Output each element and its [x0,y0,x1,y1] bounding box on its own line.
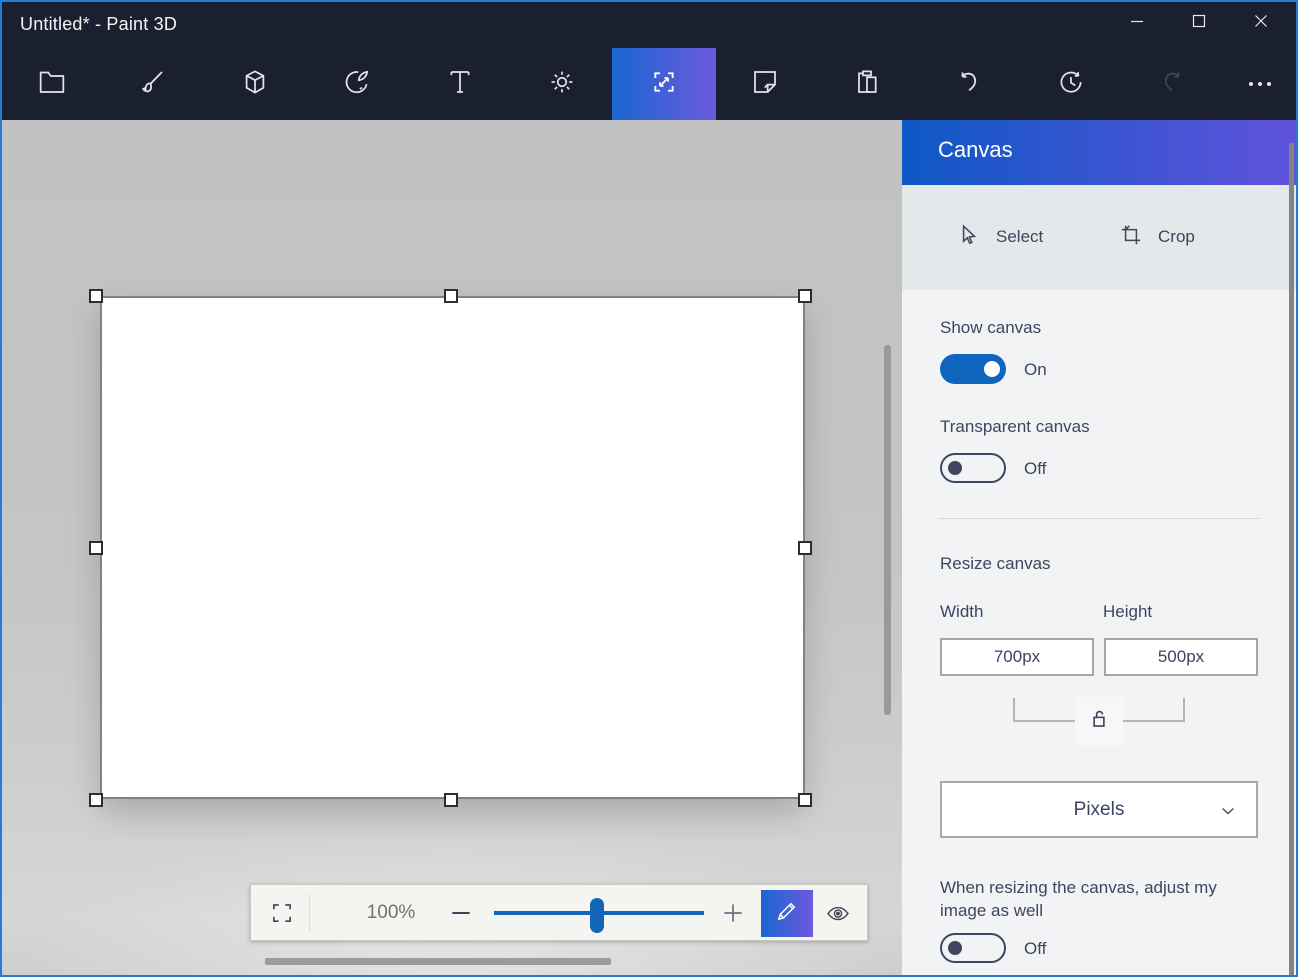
resize-canvas-heading: Resize canvas [940,554,1051,573]
canvas-button[interactable] [612,48,716,120]
units-dropdown[interactable]: Pixels [940,781,1258,838]
transparent-canvas-label: Transparent canvas [940,417,1090,436]
redo-icon [1157,66,1189,103]
adjust-image-state: Off [1024,939,1047,958]
units-value: Pixels [1073,798,1125,820]
resize-handle-middle-right[interactable] [798,541,812,555]
chevron-down-icon [1218,801,1238,827]
resize-handle-bottom-left[interactable] [89,793,103,807]
clipboard-icon [851,66,883,103]
menu-folder-icon [36,66,68,103]
brush-icon [136,66,168,103]
show-canvas-toggle[interactable] [940,354,1006,384]
2d-shapes-button[interactable] [305,48,409,120]
workspace-horizontal-scrollbar[interactable] [265,958,611,965]
width-label: Width [940,602,984,621]
select-button[interactable]: Select [956,215,1043,259]
circle-pencil-icon [341,66,373,103]
pencil-icon [774,898,800,929]
window-title: Untitled* - Paint 3D [20,14,178,34]
resize-handle-top-left[interactable] [89,289,103,303]
select-label: Select [996,227,1044,246]
window-controls [1106,0,1292,42]
paint3d-window: Untitled* - Paint 3D 100% Canvas Select … [0,0,1298,977]
drawing-canvas[interactable] [100,296,805,799]
adjust-image-label: When resizing the canvas, adjust my imag… [940,878,1217,920]
history-clock-icon [1055,66,1087,103]
resize-handle-bottom-center[interactable] [444,793,458,807]
effects-button[interactable] [510,48,614,120]
adjust-image-toggle[interactable] [940,933,1006,963]
panel-scrollbar[interactable] [1289,143,1294,975]
lock-bracket-right [1183,698,1185,722]
menu-button[interactable] [0,48,104,120]
stickers-button[interactable] [713,48,817,120]
more-options-button[interactable] [1222,48,1298,120]
sun-icon [546,66,578,103]
lock-bracket-left [1013,720,1075,722]
3d-shapes-button[interactable] [203,48,307,120]
toggle-knob [984,361,1000,377]
width-input[interactable] [940,638,1094,676]
panel-title: Canvas [938,137,1013,162]
zoom-slider-thumb[interactable] [590,898,604,933]
maximize-button[interactable] [1168,0,1230,42]
divider [938,518,1260,519]
cursor-icon [956,222,982,253]
transparent-canvas-toggle[interactable] [940,453,1006,483]
resize-handle-bottom-right[interactable] [798,793,812,807]
toolbar [0,48,1298,120]
close-button[interactable] [1230,0,1292,42]
ellipsis-icon [1249,82,1271,86]
resize-handle-middle-left[interactable] [89,541,103,555]
show-canvas-state: On [1024,360,1047,379]
lock-bracket-right [1123,720,1185,722]
fit-to-screen-button[interactable] [267,899,297,927]
paste-button[interactable] [815,48,919,120]
crop-button[interactable]: Crop [1118,215,1195,259]
workspace-vertical-scrollbar[interactable] [884,345,891,715]
history-button[interactable] [1019,48,1123,120]
aspect-ratio-lock-button[interactable] [1075,697,1123,746]
minimize-button[interactable] [1106,0,1168,42]
height-label: Height [1103,602,1153,621]
panel-header: Canvas [902,120,1298,185]
redo-button[interactable] [1121,48,1225,120]
titlebar: Untitled* - Paint 3D [0,0,1298,120]
separator [309,894,310,931]
text-tool-button[interactable] [408,48,512,120]
brushes-button[interactable] [100,48,204,120]
resize-handle-top-right[interactable] [798,289,812,303]
show-canvas-label: Show canvas [940,318,1042,337]
zoom-in-button[interactable] [719,899,747,927]
height-input[interactable] [1104,638,1258,676]
undo-button[interactable] [916,48,1020,120]
text-icon [444,66,476,103]
workspace: 100% [0,120,902,977]
panel-actions: Select Crop [902,185,1298,290]
toggle-knob [948,941,962,955]
crop-icon [1118,222,1144,253]
zoom-level-value: 100% [366,902,416,923]
undo-icon [952,66,984,103]
resize-handle-top-center[interactable] [444,289,458,303]
toggle-knob [948,461,962,475]
cube-icon [239,66,271,103]
sticker-icon [749,66,781,103]
lock-bracket-left [1013,698,1015,722]
crop-label: Crop [1158,227,1195,246]
zoom-out-button[interactable] [447,899,475,927]
view-mode-eye-button[interactable] [821,899,855,927]
zoom-toolbar: 100% [250,884,868,941]
canvas-resize-icon [648,66,680,103]
lock-open-icon [1086,706,1112,737]
draw-mode-button[interactable] [761,890,813,937]
transparent-canvas-state: Off [1024,459,1047,478]
canvas-panel: Canvas Select Crop Show canvas On Transp… [902,120,1298,977]
